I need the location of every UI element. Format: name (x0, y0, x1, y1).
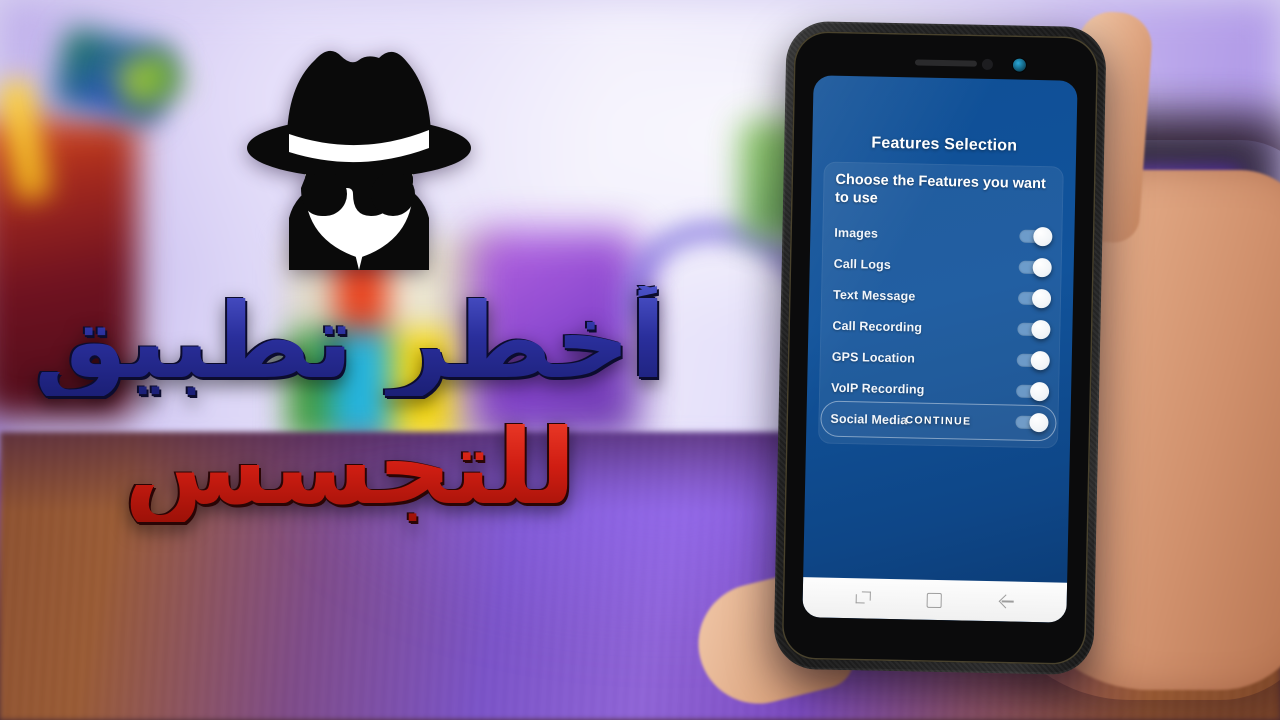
toggle-knob (1030, 351, 1050, 371)
earpiece-speaker-icon (914, 59, 978, 67)
feature-row-call-recording[interactable]: Call Recording (832, 310, 1051, 346)
feature-row-text-message[interactable]: Text Message (832, 279, 1052, 315)
headline-line-1: أخطر تطبيق (0, 286, 700, 396)
android-navigation-bar (802, 577, 1068, 623)
feature-label: Call Recording (832, 318, 923, 335)
toggle-gps-location[interactable] (1016, 351, 1050, 371)
continue-button-label: CONTINUE (905, 414, 972, 428)
home-icon[interactable] (927, 592, 943, 608)
toggle-knob (1031, 289, 1052, 309)
phone-bezel: Features Selection Choose the Features y… (781, 30, 1099, 666)
toggle-voip-recording[interactable] (1015, 382, 1050, 402)
card-subtitle: Choose the Features you want to use (834, 171, 1046, 207)
thumbnail-canvas: Features Selection Choose the Features y… (0, 0, 1280, 720)
feature-label: Text Message (832, 287, 916, 304)
feature-row-call-logs[interactable]: Call Logs (833, 248, 1052, 284)
toggle-text-message[interactable] (1017, 289, 1052, 309)
feature-row-gps-location[interactable]: GPS Location (831, 341, 1050, 377)
feature-label: Call Logs (833, 256, 892, 272)
toggle-call-logs[interactable] (1018, 258, 1052, 278)
headline-line-2: للتجسس (0, 412, 700, 522)
phone-screen: Features Selection Choose the Features y… (802, 75, 1078, 623)
headline-overlay: أخطر تطبيق للتجسس (0, 286, 700, 523)
toggle-knob (1031, 320, 1051, 340)
toggle-call-recording[interactable] (1017, 320, 1051, 340)
front-camera-icon (1012, 58, 1026, 72)
feature-label: VoIP Recording (831, 380, 925, 397)
app-title: Features Selection (871, 134, 1018, 155)
feature-label: Images (834, 225, 879, 241)
toggle-knob (1032, 258, 1052, 278)
smartphone: Features Selection Choose the Features y… (773, 20, 1107, 676)
toggle-knob (1029, 382, 1050, 402)
feature-label: GPS Location (831, 349, 916, 366)
incognito-spy-icon (243, 22, 475, 270)
feature-row-images[interactable]: Images (834, 217, 1053, 253)
continue-button[interactable]: CONTINUE (820, 400, 1057, 442)
recents-icon[interactable] (855, 590, 871, 606)
back-icon[interactable] (998, 593, 1014, 609)
proximity-sensor-icon (982, 58, 994, 71)
toggle-knob (1033, 227, 1053, 247)
toggle-images[interactable] (1019, 227, 1053, 247)
